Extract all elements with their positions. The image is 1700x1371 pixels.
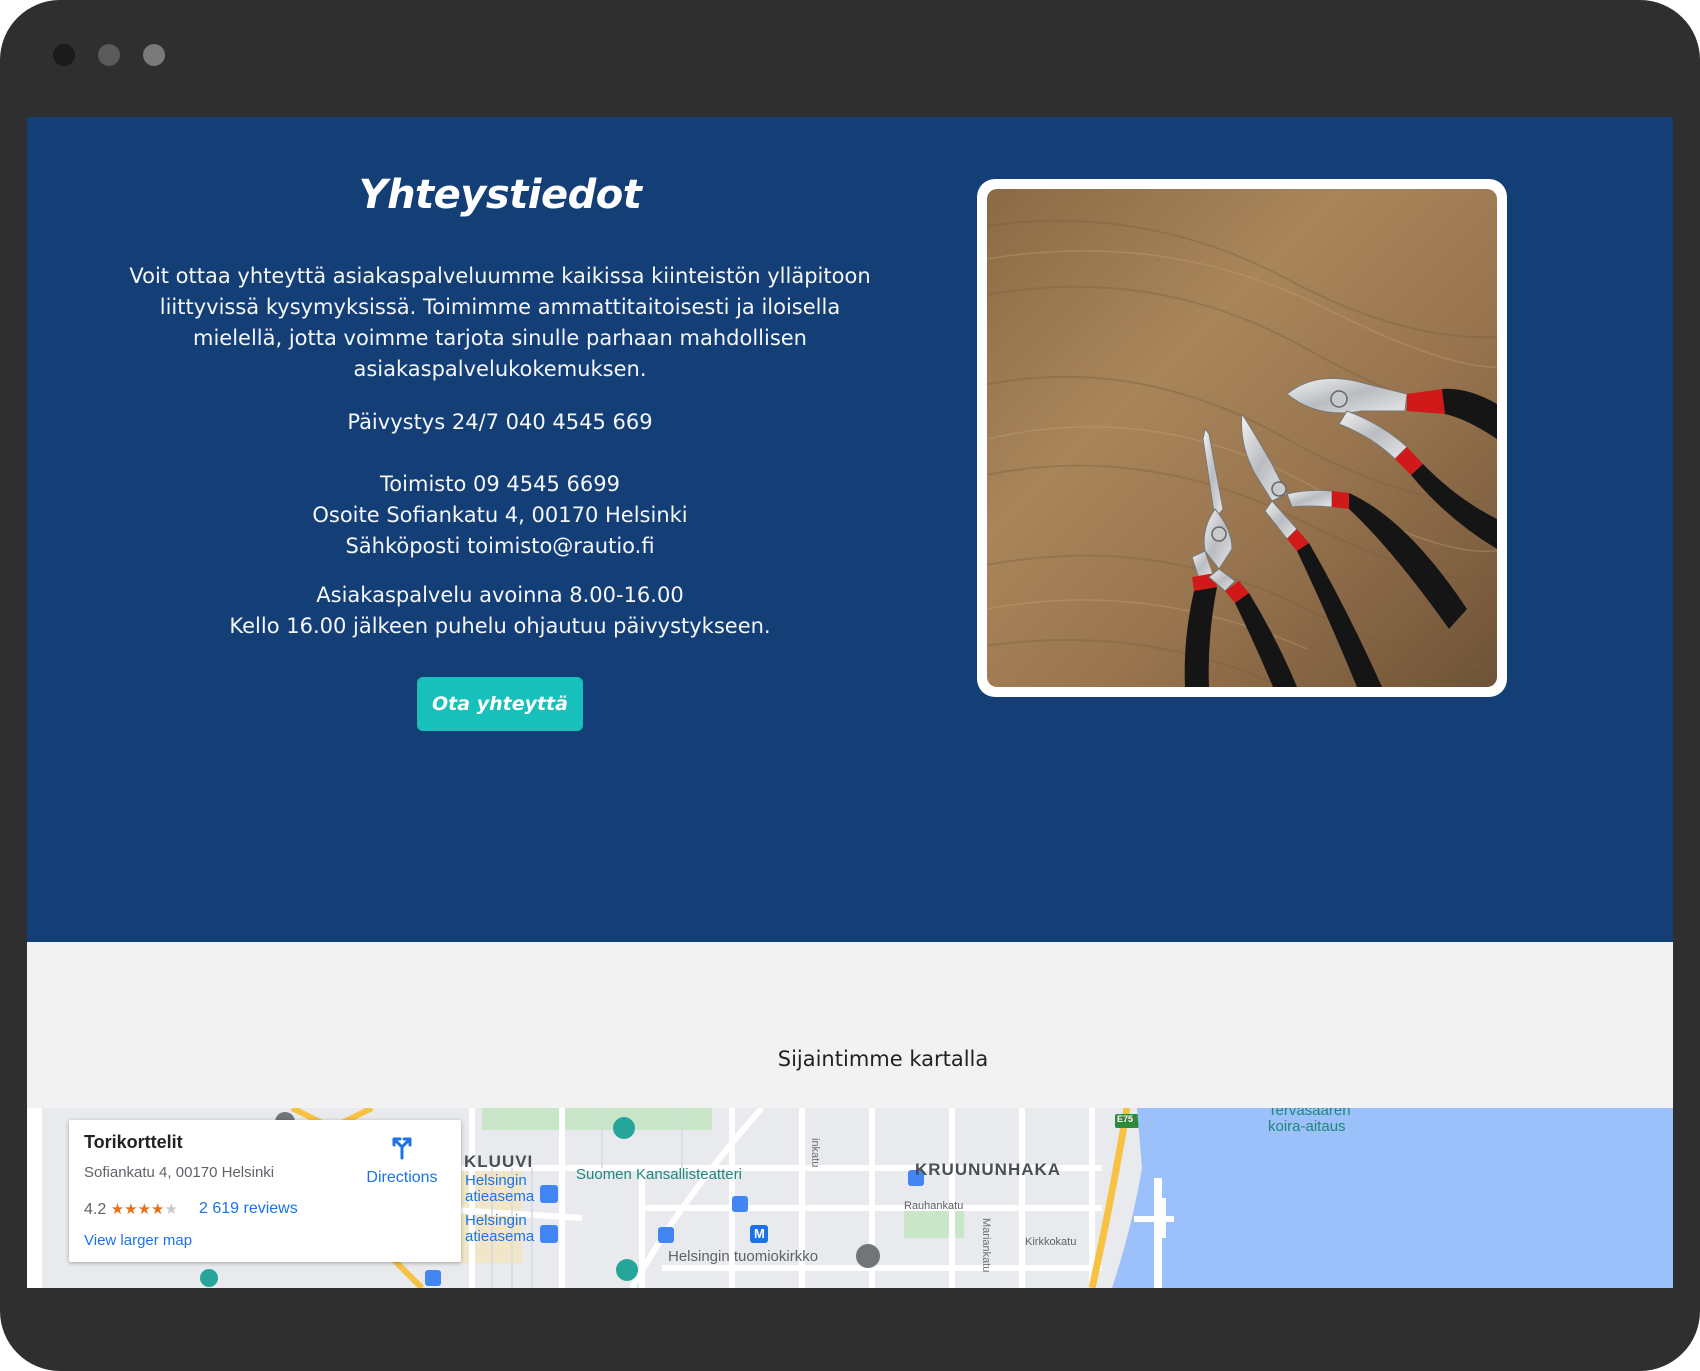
contact-hero-section: Yhteystiedot Voit ottaa yhteyttä asiakas…	[27, 117, 1673, 942]
map-heading: Sijaintimme kartalla	[777, 1047, 989, 1071]
rating-value: 4.2	[84, 1201, 107, 1218]
page-title: Yhteystiedot	[358, 172, 642, 218]
map-label-e75: E75	[1117, 1114, 1134, 1124]
directions-button[interactable]: Directions	[361, 1134, 443, 1187]
office-email: Sähköposti toimisto@rautio.fi	[345, 534, 655, 558]
window-minimize-button[interactable]	[98, 44, 120, 66]
svg-text:Mariankatu: Mariankatu	[980, 1218, 992, 1272]
directions-label: Directions	[366, 1169, 438, 1186]
map-label-kansallisteatteri: Suomen Kansallisteatteri	[576, 1166, 742, 1183]
map-label-kluuvi: KLUUVI	[464, 1152, 534, 1171]
map-label-tuomiokirkko: Helsingin tuomiokirkko	[668, 1248, 819, 1265]
rating-stars-icon: ★★★★★	[110, 1201, 178, 1218]
view-larger-map-link[interactable]: View larger map	[84, 1232, 192, 1249]
map-section: Sijaintimme kartalla inkatu Mariankatu K…	[27, 942, 1673, 1288]
emergency-phone: Päivystys 24/7 040 4545 669	[347, 410, 653, 434]
map-label-helsingin-1: Helsingin	[465, 1172, 527, 1189]
contact-us-button[interactable]: Ota yhteyttä	[417, 677, 583, 731]
place-name: Torikorttelit	[84, 1132, 183, 1152]
map-label-rautatieasema-1: atieasema	[465, 1188, 535, 1205]
service-hours: Asiakaspalvelu avoinna 8.00-16.00	[316, 583, 684, 607]
office-phone: Toimisto 09 4545 6699	[380, 472, 620, 496]
map-label-rautatieasema-2: atieasema	[465, 1228, 535, 1245]
pliers-photo-icon	[987, 189, 1497, 687]
map-label-kruununhaka: KRUUNUNHAKA	[915, 1160, 1062, 1179]
embedded-map[interactable]: inkatu Mariankatu KLUUVI Suomen Kansalli…	[27, 1108, 1673, 1288]
place-address: Sofiankatu 4, 00170 Helsinki	[84, 1164, 275, 1181]
contact-description: Voit ottaa yhteyttä asiakaspalveluumme k…	[129, 264, 871, 381]
place-rating: 4.2 ★★★★★	[84, 1200, 178, 1219]
contact-info-column: Yhteystiedot Voit ottaa yhteyttä asiakas…	[87, 172, 913, 731]
metro-icon: M	[754, 1226, 765, 1241]
map-canvas[interactable]: inkatu Mariankatu KLUUVI Suomen Kansalli…	[42, 1108, 1673, 1288]
window-close-button[interactable]	[53, 44, 75, 66]
after-hours-note: Kello 16.00 jälkeen puhelu ohjautuu päiv…	[229, 614, 771, 638]
map-label-koira-aitaus: koira-aitaus	[1268, 1118, 1346, 1135]
map-label-kirkkokatu: Kirkkokatu	[1025, 1236, 1077, 1248]
svg-text:inkatu: inkatu	[809, 1138, 821, 1167]
directions-icon	[392, 1137, 412, 1160]
page-viewport: Yhteystiedot Voit ottaa yhteyttä asiakas…	[27, 117, 1673, 1288]
office-address: Osoite Sofiankatu 4, 00170 Helsinki	[312, 503, 688, 527]
reviews-link[interactable]: 2 619 reviews	[199, 1200, 298, 1218]
photo-frame	[977, 179, 1507, 697]
window-maximize-button[interactable]	[143, 44, 165, 66]
place-info-card: Torikorttelit Sofiankatu 4, 00170 Helsin…	[69, 1120, 461, 1262]
map-label-helsingin-2: Helsingin	[465, 1212, 527, 1229]
browser-window: Yhteystiedot Voit ottaa yhteyttä asiakas…	[0, 0, 1700, 1371]
map-label-rauhankatu: Rauhankatu	[904, 1200, 964, 1212]
